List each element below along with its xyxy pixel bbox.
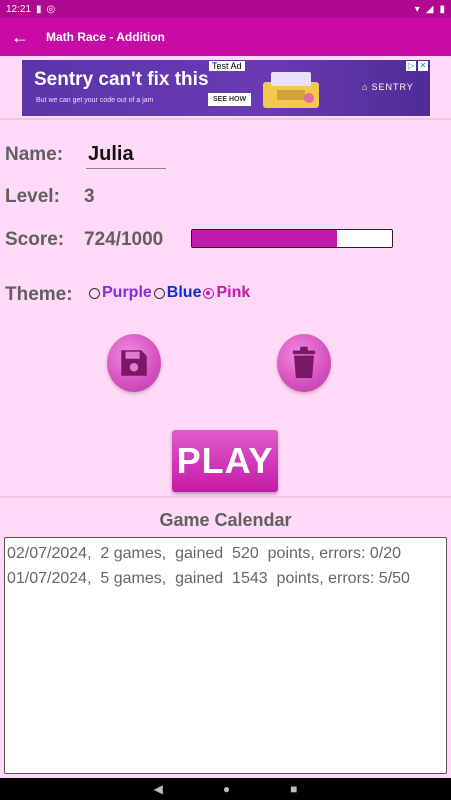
trash-icon (292, 346, 316, 378)
calendar-title: Game Calendar (159, 510, 292, 530)
theme-label-purple: Purple (102, 284, 152, 301)
delete-button[interactable] (277, 334, 331, 392)
radio-icon (153, 287, 165, 299)
list-item: 01/07/2024, 5 games, gained 1543 points,… (7, 570, 410, 587)
theme-radio-pink[interactable]: Pink (203, 284, 250, 302)
score-progress-bar (191, 229, 393, 248)
score-label: Score: (5, 229, 65, 250)
level-label: Level: (5, 186, 60, 207)
ad-controls: ▷ ✕ (406, 61, 428, 71)
ad-headline: Sentry can't fix this (34, 69, 209, 90)
arrow-left-icon: ← (11, 26, 29, 47)
system-nav-bar: ◀ ● ■ (0, 778, 451, 800)
list-item: 02/07/2024, 2 games, gained 520 points, … (7, 545, 402, 562)
score-value: 724/1000 (84, 229, 164, 250)
status-time: 12:21 (6, 3, 32, 15)
theme-radio-group: Purple Blue Pink (89, 284, 252, 302)
level-value: 3 (84, 186, 95, 207)
home-circle-icon[interactable]: ● (223, 782, 230, 796)
save-button[interactable] (107, 334, 161, 392)
ad-cta-button[interactable]: SEE HOW (208, 93, 252, 106)
floppy-disk-icon (121, 350, 147, 376)
ad-close-icon[interactable]: ✕ (418, 61, 428, 71)
sentry-logo-icon: ⌂ (362, 82, 369, 92)
calendar-list[interactable]: 02/07/2024, 2 games, gained 520 points, … (4, 537, 447, 774)
score-progress-fill (192, 230, 337, 247)
radio-icon (89, 287, 100, 299)
name-input[interactable] (86, 140, 166, 169)
sync-icon: ◎ (46, 3, 56, 15)
ad-info-icon[interactable]: ▷ (406, 61, 416, 71)
name-label: Name: (5, 144, 64, 165)
recents-square-icon[interactable]: ■ (290, 782, 297, 796)
theme-radio-blue[interactable]: Blue (153, 284, 202, 302)
divider (0, 118, 451, 120)
divider (0, 496, 451, 498)
ad-banner[interactable]: Sentry can't fix this But we can get you… (22, 60, 430, 116)
wifi-icon: ▾ (414, 3, 420, 15)
theme-radio-purple[interactable]: Purple (89, 284, 152, 302)
ad-illustration (263, 72, 319, 108)
play-button[interactable]: PLAY (172, 430, 278, 492)
ad-subline: But we can get your code out of a jam (36, 97, 154, 104)
sd-card-icon: ▮ (36, 3, 42, 15)
radio-selected-icon (203, 287, 215, 299)
app-bar: ← Math Race - Addition (0, 18, 451, 56)
ad-badge: Test Ad (209, 61, 245, 71)
theme-label-blue: Blue (166, 284, 202, 301)
back-button[interactable]: ← (0, 27, 40, 48)
ad-brand: ⌂ SENTRY (362, 82, 414, 92)
theme-label: Theme: (5, 284, 73, 305)
theme-label-pink: Pink (216, 284, 251, 301)
back-triangle-icon[interactable]: ◀ (154, 782, 163, 796)
signal-icon: ◢ (425, 3, 434, 15)
app-title: Math Race - Addition (46, 30, 165, 44)
status-bar: 12:21 ▮ ◎ ▾ ◢ ▮ (0, 0, 451, 18)
battery-icon: ▮ (439, 3, 445, 15)
